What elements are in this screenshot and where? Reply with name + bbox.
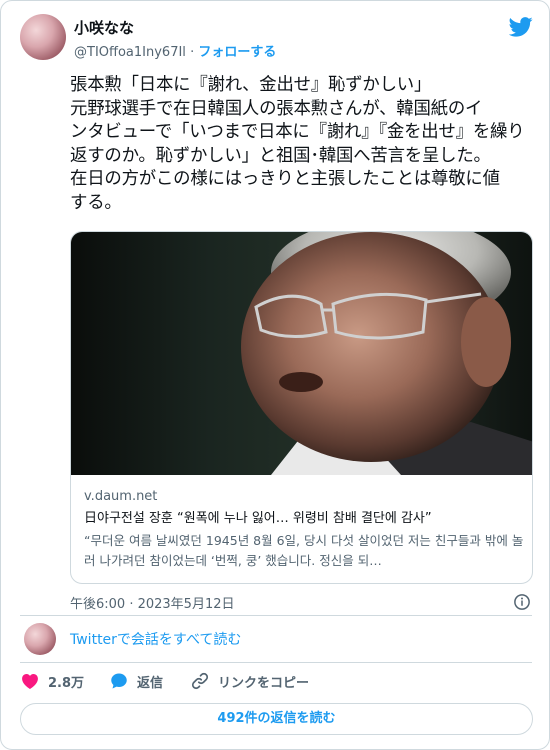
tweet-timestamp[interactable]: 午後6:00 · 2023年5月12日 xyxy=(70,593,235,612)
link-domain: v.daum.net xyxy=(84,489,158,504)
reply-label: 返信 xyxy=(137,675,164,691)
link-icon xyxy=(191,672,209,690)
action-bar: 2.8万 返信 リンクをコピー xyxy=(20,671,530,695)
follow-button[interactable]: フォローする xyxy=(198,45,276,60)
link-title[interactable]: 日야구전설 장훈 “원폭에 누나 잃어… 위령비 참배 결단에 감사” xyxy=(84,508,524,530)
conversation-avatar xyxy=(24,623,56,655)
read-conversation-link[interactable]: Twitterで会話をすべて読む xyxy=(70,629,241,649)
author-handle[interactable]: @TIOffoa1Iny67Il xyxy=(74,45,186,60)
like-button[interactable]: 2.8万 xyxy=(20,671,84,691)
link-description: “무더운 여름 날씨였던 1945년 8월 6일, 당시 다섯 살이었던 저는 … xyxy=(84,533,524,568)
read-replies-button[interactable]: 492件の返信を読む xyxy=(20,703,533,735)
info-icon[interactable] xyxy=(513,593,531,611)
link-preview-meta: v.daum.net 日야구전설 장훈 “원폭에 누나 잃어… 위령비 참배 결… xyxy=(84,488,524,571)
handle-separator: · xyxy=(190,45,195,60)
portrait-photo xyxy=(241,232,532,475)
copy-link-button[interactable]: リンクをコピー xyxy=(190,671,309,691)
like-count: 2.8万 xyxy=(48,675,85,691)
divider xyxy=(20,662,532,663)
reply-action-button[interactable]: 返信 xyxy=(109,671,163,691)
tweet-text: 張本勲「日本に『謝れ、金出せ』恥ずかしい」 元野球選手で在日韓国人の張本勲さんが… xyxy=(70,75,525,213)
divider xyxy=(20,615,532,616)
author-avatar[interactable] xyxy=(20,14,66,60)
author-name[interactable]: 小咲なな xyxy=(74,17,134,38)
twitter-bird-icon[interactable] xyxy=(509,16,533,38)
copy-link-label: リンクをコピー xyxy=(218,675,310,691)
heart-icon xyxy=(22,674,38,689)
reply-bubble-icon xyxy=(111,673,127,689)
author-handle-row: @TIOffoa1Iny67Il · フォローする xyxy=(74,41,276,60)
link-preview-card[interactable]: v.daum.net 日야구전설 장훈 “원폭에 누나 잃어… 위령비 참배 결… xyxy=(70,231,533,584)
link-preview-image xyxy=(71,232,532,475)
tweet-embed-card: 小咲なな @TIOffoa1Iny67Il · フォローする 張本勲「日本に『謝… xyxy=(0,0,550,750)
